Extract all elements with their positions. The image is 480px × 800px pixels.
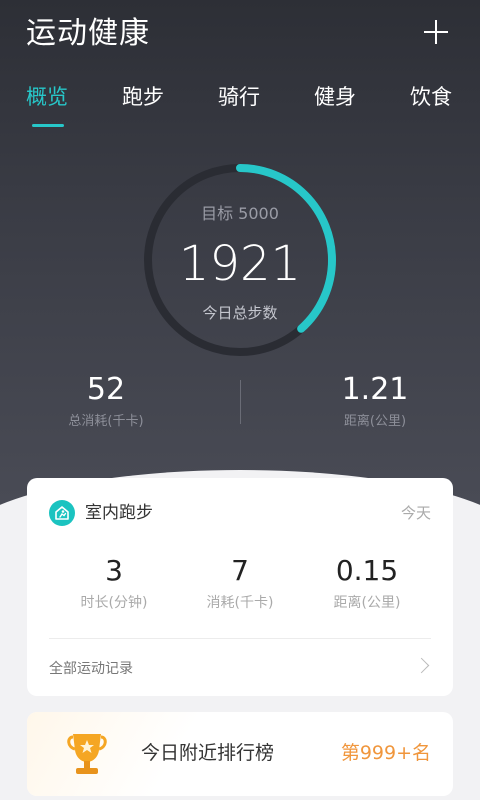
total-calories-label: 总消耗(千卡) xyxy=(68,414,144,429)
tab-fitness[interactable]: 健身 xyxy=(314,80,356,114)
activity-day: 今天 xyxy=(400,504,431,522)
all-records-link[interactable]: 全部运动记录 xyxy=(49,654,431,684)
tab-running[interactable]: 跑步 xyxy=(122,80,164,114)
activity-distance-label: 距离(公里) xyxy=(333,595,401,611)
step-goal: 目标 5000 xyxy=(201,204,279,223)
activity-calories-value: 7 xyxy=(231,554,249,587)
step-count-label: 今日总步数 xyxy=(202,304,278,322)
stats-divider xyxy=(240,380,241,424)
tab-overview[interactable]: 概览 xyxy=(26,80,68,114)
total-distance-value: 1.21 xyxy=(341,372,409,407)
total-distance-label: 距离(公里) xyxy=(343,414,407,429)
tab-cycling[interactable]: 骑行 xyxy=(218,80,260,114)
tab-active-indicator xyxy=(32,124,64,127)
trophy-icon xyxy=(67,734,107,774)
duration-value: 3 xyxy=(105,554,123,587)
activity-card[interactable]: 室内跑步 今天 3 时长(分钟) 7 消耗(千卡) 0.15 距离(公里) 全部… xyxy=(27,478,453,696)
activity-calories-label: 消耗(千卡) xyxy=(206,595,274,611)
add-button[interactable] xyxy=(418,14,454,50)
total-calories-value: 52 xyxy=(86,372,126,407)
page-title: 运动健康 xyxy=(26,16,150,51)
tab-bar: 概览 跑步 骑行 健身 饮食 xyxy=(0,80,480,130)
step-count: 1921 xyxy=(178,236,302,292)
card-divider xyxy=(49,638,431,639)
activity-distance-value: 0.15 xyxy=(335,554,399,587)
ranking-label: 今日附近排行榜 xyxy=(141,742,275,764)
health-screen: 运动健康 概览 跑步 骑行 健身 饮食 目标 5000 1921 今日总步数 5… xyxy=(0,0,480,800)
activity-title: 室内跑步 xyxy=(85,503,153,523)
chevron-right-icon xyxy=(413,657,430,674)
all-records-label: 全部运动记录 xyxy=(49,661,133,677)
duration-label: 时长(分钟) xyxy=(80,595,148,611)
tab-diet[interactable]: 饮食 xyxy=(410,80,452,114)
ranking-value: 第999+名 xyxy=(340,742,431,764)
ranking-card[interactable]: 今日附近排行榜 第999+名 xyxy=(27,712,453,796)
indoor-run-icon xyxy=(49,500,75,526)
